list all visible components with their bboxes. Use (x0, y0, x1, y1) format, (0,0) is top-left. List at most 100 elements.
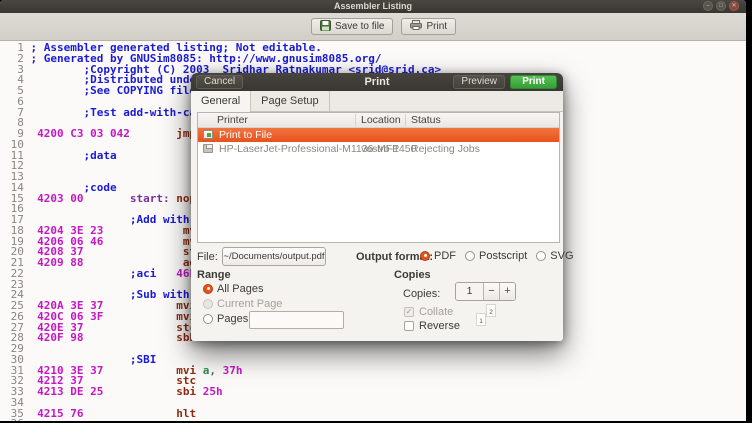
print-button[interactable]: Print (401, 18, 457, 35)
collate-preview-page-2: 2 (486, 304, 496, 317)
printer-row-print-to-file[interactable]: Print to File (198, 128, 559, 142)
printer-list-header: Printer Location Status (198, 113, 559, 128)
printer-list-rows: Print to File HP-LaserJet-Professional-M1… (198, 128, 559, 242)
printer-icon (203, 144, 213, 153)
close-icon[interactable]: ✕ (729, 1, 739, 11)
radio-pdf[interactable]: PDF (420, 249, 456, 262)
tab-page-setup[interactable]: Page Setup (251, 91, 330, 111)
radio-label: SVG (550, 249, 574, 262)
code-line: 35 4215 76 hlt (4, 406, 441, 420)
code-segment: hlt (176, 406, 197, 420)
radio-icon (203, 283, 213, 294)
window-controls: – □ ✕ (703, 1, 739, 11)
printer-list[interactable]: Printer Location Status Print to File HP-La… (197, 112, 560, 243)
collate-checkbox[interactable]: ✓ (404, 307, 414, 317)
file-label: File: (197, 251, 218, 263)
pages-input[interactable] (249, 311, 344, 329)
collate-label: Collate (419, 306, 454, 318)
minimize-icon[interactable]: – (703, 1, 713, 11)
reverse-label: Reverse (419, 320, 460, 332)
save-icon (320, 19, 331, 34)
dialog-tabs: General Page Setup (191, 91, 563, 112)
code-segment: ;aci (129, 266, 157, 280)
column-header-printer[interactable]: Printer (217, 113, 248, 127)
print-confirm-button[interactable]: Print (510, 75, 557, 89)
code-segment: 420F 98 (37, 331, 84, 345)
cell-loc: vostro-1450 (361, 143, 417, 155)
radio-icon (536, 250, 547, 261)
window-title: Assembler Listing (333, 1, 413, 11)
printer-row-hp-laserjet-professional-m1136-mfp[interactable]: HP-LaserJet-Professional-M1136-MFP vostro… (198, 142, 559, 156)
collate-preview-page-1: 1 (476, 313, 486, 326)
code-segment: sbi (176, 385, 197, 398)
code-segment: 36 (4, 417, 24, 421)
tab-general[interactable]: General (191, 91, 252, 112)
radio-label: PDF (434, 249, 456, 262)
radio-all-pages[interactable]: All Pages (203, 282, 282, 295)
copies-section-title: Copies (394, 269, 431, 281)
reverse-checkbox[interactable] (404, 321, 414, 331)
save-to-file-button[interactable]: Save to file (311, 18, 394, 35)
radio-svg[interactable]: SVG (536, 249, 574, 262)
radio-icon (203, 313, 213, 324)
radio-current-page[interactable]: Current Page (203, 297, 283, 310)
range-section-title: Range (197, 269, 231, 281)
copies-value[interactable]: 1 (456, 283, 483, 300)
code-segment: ;data (83, 148, 117, 162)
reverse-option[interactable]: Reverse (404, 320, 460, 332)
column-header-status[interactable]: Status (411, 113, 441, 127)
maximize-icon[interactable]: □ (716, 1, 726, 11)
code-segment: 4213 DE 25 (37, 385, 104, 398)
code-segment: 4215 76 (37, 406, 84, 420)
preview-button[interactable]: Preview (453, 75, 505, 89)
collate-option[interactable]: ✓ Collate (404, 306, 453, 318)
copies-label: Copies: (403, 288, 441, 300)
print-button-label: Print (426, 21, 448, 32)
code-segment: 4200 C3 03 042 (37, 127, 130, 140)
copies-increment-button[interactable]: + (499, 283, 515, 300)
copies-decrement-button[interactable]: − (483, 283, 499, 300)
output-format-options: PDF Postscript SVG (420, 249, 574, 262)
copies-stepper: 1 − + (455, 282, 516, 301)
toolbar: Save to file Print (0, 13, 746, 41)
code-segment: 4203 00 (37, 191, 84, 205)
code-segment: 37h (222, 363, 243, 377)
code-segment: 25h (202, 385, 223, 398)
radio-label: Current Page (217, 297, 283, 310)
print-dialog-title: Print (364, 76, 390, 88)
print-dialog: Cancel Print Preview Print General Page … (191, 73, 574, 341)
toolbar-buttons: Save to file Print (311, 18, 457, 35)
radio-icon (465, 250, 475, 261)
titlebar[interactable]: Assembler Listing – □ ✕ (0, 0, 746, 13)
code-segment: , (209, 363, 223, 377)
desktop: Assembler Listing – □ ✕ Save to file Pri… (0, 0, 752, 423)
print-dialog-header[interactable]: Cancel Print Preview Print (191, 73, 563, 91)
radio-label: Pages: (217, 312, 252, 325)
radio-label: Postscript (479, 249, 528, 262)
radio-postscript[interactable]: Postscript (465, 249, 528, 262)
cell-name: Print to File (219, 129, 273, 141)
file-chooser-button[interactable]: ~/Documents/output.pdf (222, 247, 326, 266)
print-icon (410, 20, 423, 33)
print-to-file-icon (203, 130, 213, 139)
cell-status: Rejecting Jobs (411, 143, 480, 155)
code-line: 33 4213 DE 25 sbi 25h (4, 385, 441, 398)
radio-label: All Pages (217, 282, 264, 295)
radio-icon (203, 298, 213, 309)
save-button-label: Save to file (335, 21, 385, 32)
code-line: 36 (4, 417, 441, 421)
radio-icon (420, 250, 430, 261)
column-header-location[interactable]: Location (361, 113, 401, 127)
